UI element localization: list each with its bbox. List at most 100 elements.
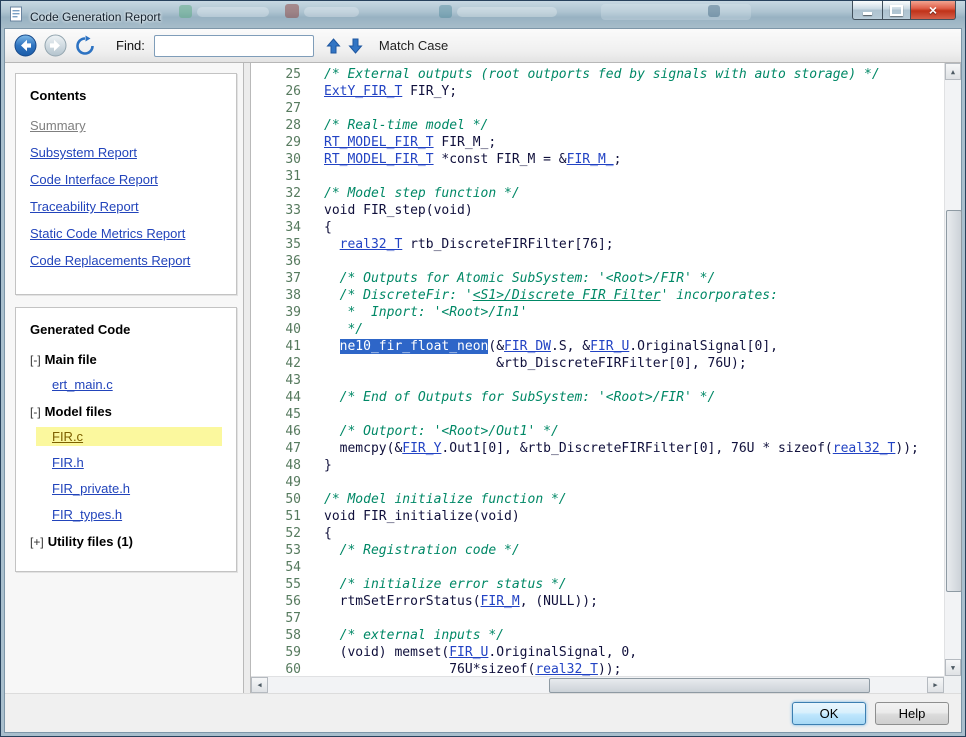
forward-button[interactable] xyxy=(43,33,68,58)
horizontal-scroll-thumb[interactable] xyxy=(548,678,870,693)
contents-link[interactable]: Code Interface Report xyxy=(30,172,222,187)
contents-link[interactable]: Summary xyxy=(30,118,222,133)
code-segment: rtmSetErrorStatus( xyxy=(324,594,481,609)
code-line: 51 void FIR_initialize(void) xyxy=(251,508,944,525)
help-button[interactable]: Help xyxy=(875,701,949,725)
code-line: 36 xyxy=(251,253,944,270)
code-link[interactable]: FIR_M_ xyxy=(567,152,614,167)
code-line: 26 ExtY_FIR_T FIR_Y; xyxy=(251,83,944,100)
code-link[interactable]: RT_MODEL_FIR_T xyxy=(324,152,434,167)
find-next-button[interactable] xyxy=(347,36,364,56)
line-number: 25 xyxy=(285,67,301,82)
tree-group-label: Model files xyxy=(44,404,112,419)
refresh-button[interactable] xyxy=(73,34,97,58)
line-number: 52 xyxy=(285,526,301,541)
code-line: 60 76U*sizeof(real32_T)); xyxy=(251,661,944,676)
tree-file-link[interactable]: FIR_private.h xyxy=(36,479,222,498)
code-link[interactable]: real32_T xyxy=(833,441,896,456)
code-text: */ xyxy=(301,321,363,338)
code-line: 43 xyxy=(251,372,944,389)
code-text: } xyxy=(301,457,332,474)
code-segment: &rtb_DiscreteFIRFilter[0], 76U); xyxy=(324,356,747,371)
code-text: ExtY_FIR_T FIR_Y; xyxy=(301,83,457,100)
minimize-icon xyxy=(863,12,872,15)
code-line: 35 real32_T rtb_DiscreteFIRFilter[76]; xyxy=(251,236,944,253)
line-number: 57 xyxy=(285,611,301,626)
vertical-scroll-thumb[interactable] xyxy=(946,210,962,593)
code-segment: /* End of Outputs for SubSystem: '<Root>… xyxy=(324,390,716,405)
close-button[interactable]: × xyxy=(910,1,956,20)
code-link[interactable]: FIR_M xyxy=(481,594,520,609)
maximize-button[interactable] xyxy=(882,1,910,20)
back-button[interactable] xyxy=(13,33,38,58)
contents-link[interactable]: Code Replacements Report xyxy=(30,253,222,268)
scroll-right-button[interactable]: ▶ xyxy=(927,677,944,693)
code-link[interactable]: RT_MODEL_FIR_T xyxy=(324,135,434,150)
toolbar: Find: Match Case xyxy=(5,29,961,63)
match-case-toggle[interactable]: Match Case xyxy=(379,38,448,53)
tree-group: [-] Model files xyxy=(30,404,222,419)
vertical-scrollbar[interactable]: ▲ ▼ xyxy=(944,63,962,676)
window-icon xyxy=(9,6,24,27)
code-link[interactable]: ExtY_FIR_T xyxy=(324,84,402,99)
code-text: real32_T rtb_DiscreteFIRFilter[76]; xyxy=(301,236,614,253)
code-segment: { xyxy=(324,526,332,541)
line-number: 35 xyxy=(285,237,301,252)
tree-file-link[interactable]: FIR.h xyxy=(36,453,222,472)
tree-expander-icon[interactable]: [+] xyxy=(30,535,44,549)
line-number: 53 xyxy=(285,543,301,558)
code-segment: FIR_Y; xyxy=(402,84,458,99)
sidebar-splitter[interactable] xyxy=(243,63,251,693)
arrow-down-icon xyxy=(348,38,363,54)
code-link[interactable]: FIR_Y xyxy=(402,441,441,456)
code-segment: (void) memset( xyxy=(324,645,450,660)
code-line: 42 &rtb_DiscreteFIRFilter[0], 76U); xyxy=(251,355,944,372)
glass-artifact xyxy=(457,7,557,17)
code-line: 39 * Inport: '<Root>/In1' xyxy=(251,304,944,321)
line-number: 42 xyxy=(285,356,301,371)
scroll-down-button[interactable]: ▼ xyxy=(945,659,961,676)
find-input[interactable] xyxy=(153,34,314,57)
code-line: 29 RT_MODEL_FIR_T FIR_M_; xyxy=(251,134,944,151)
scroll-up-button[interactable]: ▲ xyxy=(945,63,961,80)
line-number: 58 xyxy=(285,628,301,643)
code-segment: ' incorporates: xyxy=(660,288,778,303)
client-area: Find: Match Case Contents Summary Subsyst… xyxy=(4,28,962,733)
code-segment: /* DiscreteFir: ' xyxy=(324,288,473,303)
tree-expander-icon[interactable]: [-] xyxy=(30,353,41,367)
glass-artifact xyxy=(304,7,359,17)
contents-link[interactable]: Static Code Metrics Report xyxy=(30,226,222,241)
ok-button[interactable]: OK xyxy=(792,701,866,725)
tree-expander-icon[interactable]: [-] xyxy=(30,405,41,419)
tree-file-link[interactable]: ert_main.c xyxy=(36,375,222,394)
line-number: 47 xyxy=(285,441,301,456)
contents-link[interactable]: Subsystem Report xyxy=(30,145,222,160)
code-link[interactable]: real32_T xyxy=(535,662,598,676)
code-line: 25 /* External outputs (root outports fed… xyxy=(251,66,944,83)
line-number: 50 xyxy=(285,492,301,507)
tree-file-link[interactable]: FIR.c xyxy=(36,427,222,446)
contents-link[interactable]: Traceability Report xyxy=(30,199,222,214)
code-link[interactable]: <S1>/Discrete FIR Filter xyxy=(473,288,661,303)
code-line: 38 /* DiscreteFir: '<S1>/Discrete FIR Fi… xyxy=(251,287,944,304)
line-number: 41 xyxy=(285,339,301,354)
scroll-left-button[interactable]: ◀ xyxy=(251,677,268,693)
code-link[interactable]: FIR_U xyxy=(590,339,629,354)
minimize-button[interactable] xyxy=(852,1,882,20)
code-link[interactable]: real32_T xyxy=(340,237,403,252)
find-previous-button[interactable] xyxy=(325,36,342,56)
tree-file-link[interactable]: FIR_types.h xyxy=(36,505,222,524)
code-text: void FIR_initialize(void) xyxy=(301,508,520,525)
horizontal-scrollbar[interactable]: ◀ ▶ xyxy=(251,676,944,693)
code-text: (void) memset(FIR_U.OriginalSignal, 0, xyxy=(301,644,637,661)
code-link[interactable]: FIR_U xyxy=(449,645,488,660)
code-line: 41 ne10_fir_float_neon(&FIR_DW.S, &FIR_U… xyxy=(251,338,944,355)
code-link[interactable]: FIR_DW xyxy=(504,339,551,354)
code-text: memcpy(&FIR_Y.Out1[0], &rtb_DiscreteFIRF… xyxy=(301,440,919,457)
titlebar[interactable]: Code Generation Report × xyxy=(1,1,965,28)
back-icon xyxy=(14,34,37,57)
generated-code-tree: [-] Main file ert_main.c [-] Model files FIR.… xyxy=(30,352,222,549)
